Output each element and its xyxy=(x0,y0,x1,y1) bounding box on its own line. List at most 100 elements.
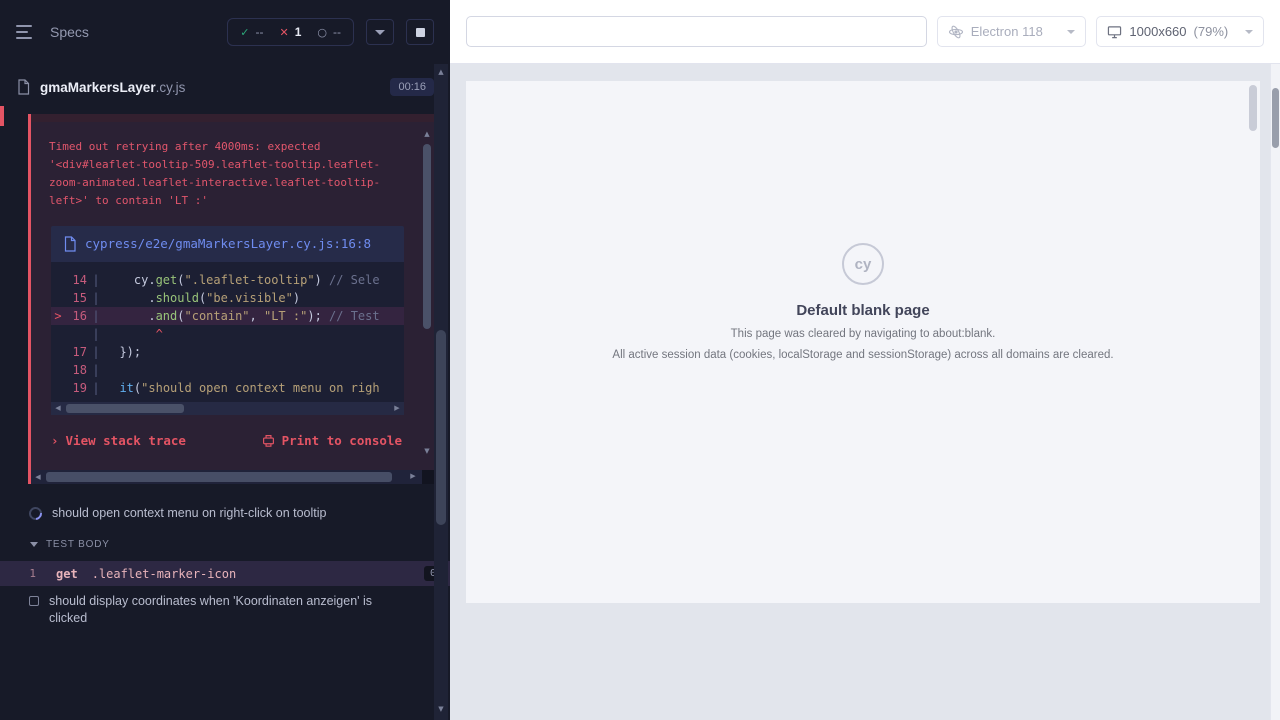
code-line: 14| cy.get(".leaflet-tooltip") // Sele xyxy=(51,271,404,289)
blank-page-message-1: This page was cleared by navigating to a… xyxy=(731,326,996,342)
print-to-console-button[interactable]: Print to console xyxy=(262,433,402,448)
code-line: | ^ xyxy=(51,325,404,343)
passed-count: -- xyxy=(255,25,263,39)
test-list: should open context menu on right-click … xyxy=(0,498,450,634)
test-row-pending[interactable]: should display coordinates when 'Koordin… xyxy=(0,586,450,634)
browser-label: Electron 118 xyxy=(971,24,1043,39)
spec-name: gmaMarkersLayer.cy.js xyxy=(40,80,185,95)
runner-main: Electron 118 1000x660 (79%) cy Default b… xyxy=(450,0,1280,720)
cypress-logo: cy xyxy=(842,243,884,285)
stat-failed: ✕ 1 xyxy=(279,25,301,39)
command-message: .leaflet-marker-icon xyxy=(92,567,237,581)
scroll-right-icon[interactable]: ▶ xyxy=(406,470,420,483)
scroll-left-icon[interactable]: ◀ xyxy=(51,402,65,415)
code-frame: cypress/e2e/gmaMarkersLayer.cy.js:16:8 1… xyxy=(51,226,404,415)
code-frame-header: cypress/e2e/gmaMarkersLayer.cy.js:16:8 xyxy=(51,226,404,262)
spec-name-ext: .cy.js xyxy=(156,80,186,95)
chevron-down-icon xyxy=(1245,30,1253,34)
viewport-zoom: (79%) xyxy=(1194,24,1229,39)
error-message: Timed out retrying after 4000ms: expecte… xyxy=(31,122,436,222)
pending-square-icon xyxy=(29,596,39,606)
browser-select[interactable]: Electron 118 xyxy=(937,16,1087,47)
error-actions: › View stack trace Print to console xyxy=(31,415,436,468)
scroll-up-icon[interactable]: ▲ xyxy=(434,66,448,79)
command-number: 1 xyxy=(0,567,56,580)
spec-duration: 00:16 xyxy=(390,78,434,96)
error-vertical-scrollbar[interactable]: ▲ ▼ xyxy=(421,128,433,458)
stop-run-button[interactable] xyxy=(406,19,434,45)
specs-menu-icon[interactable] xyxy=(16,23,38,41)
specs-label: Specs xyxy=(50,24,89,40)
reporter-sidebar: Specs ✓ -- ✕ 1 ○ -- xyxy=(0,0,450,720)
pending-count: -- xyxy=(333,25,341,39)
scroll-down-icon[interactable]: ▼ xyxy=(434,703,448,716)
code-line: >16| .and("contain", "LT :"); // Test xyxy=(51,307,404,325)
aut-scrollbar-thumb[interactable] xyxy=(1249,85,1257,131)
reporter-header: Specs ✓ -- ✕ 1 ○ -- xyxy=(0,0,450,64)
code-body: 14| cy.get(".leaflet-tooltip") // Sele15… xyxy=(51,262,404,402)
file-icon xyxy=(63,236,77,252)
x-icon: ✕ xyxy=(279,26,288,39)
window-scrollbar[interactable] xyxy=(1270,64,1280,720)
view-stack-trace-button[interactable]: › View stack trace xyxy=(51,433,186,448)
aut-iframe: cy Default blank page This page was clea… xyxy=(466,81,1260,603)
command-row[interactable]: 1 get .leaflet-marker-icon 0 xyxy=(0,561,450,586)
spec-header[interactable]: gmaMarkersLayer.cy.js 00:16 xyxy=(0,64,450,110)
code-frame-file-link[interactable]: cypress/e2e/gmaMarkersLayer.cy.js:16:8 xyxy=(85,235,371,253)
failed-count: 1 xyxy=(295,25,302,39)
test-body-label: TEST BODY xyxy=(46,539,110,550)
monitor-icon xyxy=(1107,25,1122,39)
stat-pending: ○ -- xyxy=(317,25,341,39)
test-title: should display coordinates when 'Koordin… xyxy=(49,593,394,627)
test-row-running[interactable]: should open context menu on right-click … xyxy=(0,498,450,529)
viewport-size: 1000x660 xyxy=(1129,24,1186,39)
cypress-runner: Specs ✓ -- ✕ 1 ○ -- xyxy=(0,0,1280,720)
running-spinner-icon xyxy=(26,504,44,522)
chevron-down-icon xyxy=(1067,30,1075,34)
view-stack-trace-label: View stack trace xyxy=(66,433,186,448)
code-horizontal-scrollbar[interactable]: ◀ ▶ xyxy=(51,402,404,415)
blank-page-title: Default blank page xyxy=(796,302,929,319)
print-icon xyxy=(262,434,275,447)
test-title: should open context menu on right-click … xyxy=(52,505,326,522)
electron-icon xyxy=(948,24,964,40)
scroll-down-icon[interactable]: ▼ xyxy=(421,445,433,458)
test-stats: ✓ -- ✕ 1 ○ -- xyxy=(227,18,354,46)
reporter-vertical-scrollbar[interactable]: ▲ ▼ xyxy=(434,64,448,720)
command-name: get xyxy=(56,567,78,581)
viewport-info[interactable]: 1000x660 (79%) xyxy=(1096,16,1264,47)
stat-passed: ✓ -- xyxy=(240,25,263,39)
file-icon xyxy=(16,79,31,95)
code-line: 19| it("should open context menu on righ xyxy=(51,379,404,397)
failed-test-marker xyxy=(0,106,4,126)
aut-stage: cy Default blank page This page was clea… xyxy=(450,64,1280,720)
chevron-right-icon: › xyxy=(51,433,59,448)
code-scrollbar-thumb[interactable] xyxy=(66,404,184,413)
spec-name-main: gmaMarkersLayer xyxy=(40,80,156,95)
pending-icon: ○ xyxy=(317,26,327,39)
blank-page-message-2: All active session data (cookies, localS… xyxy=(612,347,1113,363)
attempt-top-strip xyxy=(31,114,436,122)
code-line: 18| xyxy=(51,361,404,379)
error-horizontal-scrollbar[interactable]: ◀ ▶ xyxy=(31,470,436,484)
error-hscrollbar-thumb[interactable] xyxy=(46,472,392,482)
collapse-tests-button[interactable] xyxy=(366,19,394,45)
scroll-right-icon[interactable]: ▶ xyxy=(390,402,404,415)
chevron-down-icon xyxy=(30,542,38,547)
scroll-left-icon[interactable]: ◀ xyxy=(31,471,45,484)
error-scrollbar-thumb[interactable] xyxy=(423,144,431,329)
reporter-scrollbar-thumb[interactable] xyxy=(436,330,446,525)
code-line: 15| .should("be.visible") xyxy=(51,289,404,307)
blank-page: cy Default blank page This page was clea… xyxy=(466,81,1260,603)
chevron-down-icon xyxy=(375,30,385,35)
window-scrollbar-thumb[interactable] xyxy=(1272,88,1279,148)
stop-icon xyxy=(416,28,425,37)
code-line: 17| }); xyxy=(51,343,404,361)
failed-test-error: Timed out retrying after 4000ms: expecte… xyxy=(28,114,436,484)
print-to-console-label: Print to console xyxy=(282,433,402,448)
check-icon: ✓ xyxy=(240,26,249,39)
aut-toolbar: Electron 118 1000x660 (79%) xyxy=(450,0,1280,64)
url-input[interactable] xyxy=(466,16,927,47)
test-body-toggle[interactable]: TEST BODY xyxy=(0,529,450,557)
scroll-up-icon[interactable]: ▲ xyxy=(421,128,433,141)
